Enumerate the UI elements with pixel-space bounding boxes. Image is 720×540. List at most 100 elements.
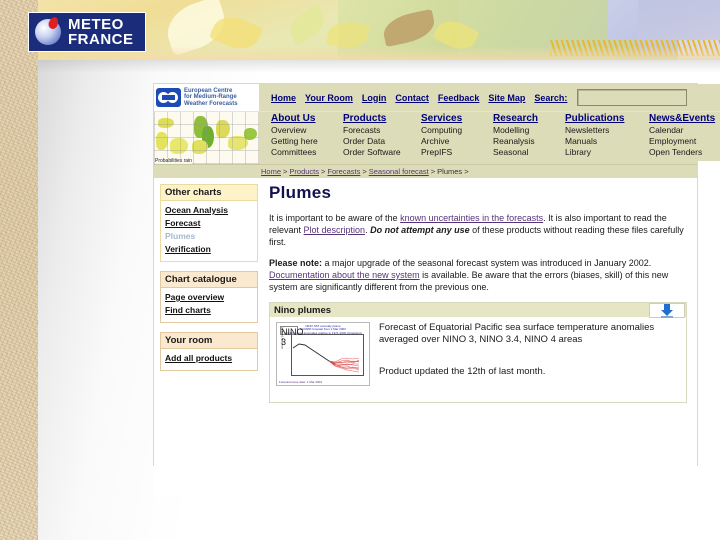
main-menu-bar: About Us Overview Getting here Committee… [259, 111, 720, 161]
menu-item-computing[interactable]: Computing [421, 125, 493, 136]
menu-item-archive[interactable]: Archive [421, 136, 493, 147]
sidebar-panel-your-room: Your room Add all products [160, 332, 258, 371]
sidebar-panel-body: Add all products [161, 349, 257, 370]
menu-item-committees[interactable]: Committees [271, 147, 343, 158]
thumbnail-legend: NINO 3 [280, 326, 304, 347]
sidebar-panel-title: Other charts [161, 185, 257, 201]
menu-item-employment[interactable]: Employment [649, 136, 720, 147]
menu-head-news-events[interactable]: News&Events [649, 113, 720, 124]
download-button[interactable] [649, 302, 685, 318]
main-content: Plumes It is important to be aware of th… [265, 178, 697, 496]
ecmwf-branding[interactable]: European Centre for Medium-Range Weather… [154, 84, 259, 111]
menu-item-modelling[interactable]: Modelling [493, 125, 565, 136]
ecmwf-logo-icon [156, 88, 181, 107]
map-caption: Probabilities rain [155, 158, 192, 164]
sidebar: Other charts Ocean Analysis Forecast Plu… [154, 178, 265, 496]
please-note-paragraph: Please note: a major upgrade of the seas… [269, 257, 687, 293]
link-plot-description[interactable]: Plot description [304, 225, 366, 235]
note-text-1: a major upgrade of the seasonal forecast… [322, 258, 652, 268]
please-note-label: Please note: [269, 258, 323, 268]
nav-link-home[interactable]: Home [271, 93, 296, 103]
menu-column-news-events: News&Events Calendar Employment Open Ten… [649, 113, 720, 158]
download-base [661, 316, 673, 318]
menu-item-order-software[interactable]: Order Software [343, 147, 421, 158]
menu-head-research[interactable]: Research [493, 113, 565, 124]
breadcrumb-item-plumes: Plumes [437, 167, 463, 176]
menu-item-order-data[interactable]: Order Data [343, 136, 421, 147]
menu-head-about-us[interactable]: About Us [271, 113, 343, 124]
breadcrumb-item-seasonal-forecast[interactable]: Seasonal forecast [369, 167, 429, 176]
nav-link-feedback[interactable]: Feedback [438, 93, 480, 103]
org-name-line-3: Weather Forecasts [184, 100, 238, 107]
breadcrumb-separator: > [283, 167, 288, 176]
product-nino-plumes: Nino plumes NINO SST anomaly plume ECMWF… [269, 302, 687, 403]
logo-bar [162, 95, 175, 100]
sidebar-link-verification[interactable]: Verification [165, 243, 253, 256]
menu-item-seasonal[interactable]: Seasonal [493, 147, 565, 158]
breadcrumb-item-forecasts[interactable]: Forecasts [327, 167, 360, 176]
search-input[interactable] [577, 89, 688, 106]
sidebar-panel-body: Ocean Analysis Forecast Plumes Verificat… [161, 201, 257, 261]
menu-item-reanalysis[interactable]: Reanalysis [493, 136, 565, 147]
org-name-line-2: for Medium-Range [184, 94, 237, 101]
header-left-column: European Centre for Medium-Range Weather… [154, 84, 259, 164]
sidebar-panel-title: Your room [161, 333, 257, 349]
menu-item-manuals[interactable]: Manuals [565, 136, 649, 147]
breadcrumb-item-products[interactable]: Products [289, 167, 319, 176]
nav-link-your-room[interactable]: Your Room [305, 93, 353, 103]
intro-emphasis: Do not attempt any use [370, 225, 470, 235]
product-title: Nino plumes [274, 304, 332, 316]
nav-link-login[interactable]: Login [362, 93, 387, 103]
top-navigation-bar: Home Your Room Login Contact Feedback Si… [259, 84, 720, 111]
page-title: Plumes [269, 183, 332, 202]
logo-line-2: FRANCE [68, 31, 134, 48]
sidebar-link-page-overview[interactable]: Page overview [165, 291, 253, 304]
sidebar-panel-other-charts: Other charts Ocean Analysis Forecast Plu… [160, 184, 258, 262]
page-body: Other charts Ocean Analysis Forecast Plu… [154, 178, 697, 496]
breadcrumb-separator: > [321, 167, 326, 176]
menu-item-overview[interactable]: Overview [271, 125, 343, 136]
menu-column-services: Services Computing Archive PrepIFS [421, 113, 493, 158]
menu-item-library[interactable]: Library [565, 147, 649, 158]
meteo-france-wordmark: METEO FRANCE [68, 17, 134, 47]
thumbnail-footer: Forecast issue date: 1 Mar 2003 [279, 380, 323, 384]
nav-link-site-map[interactable]: Site Map [488, 93, 525, 103]
ecmwf-web-page-screenshot: European Centre for Medium-Range Weather… [154, 84, 720, 496]
product-updated: Product updated the 12th of last month. [379, 366, 546, 377]
sidebar-panel-body: Page overview Find charts [161, 288, 257, 322]
menu-item-open-tenders[interactable]: Open Tenders [649, 147, 720, 158]
menu-head-products[interactable]: Products [343, 113, 421, 124]
menu-item-calendar[interactable]: Calendar [649, 125, 720, 136]
breadcrumb-item-home[interactable]: Home [261, 167, 281, 176]
nav-link-contact[interactable]: Contact [395, 93, 429, 103]
map-grid [154, 112, 259, 164]
sidebar-panel-chart-catalogue: Chart catalogue Page overview Find chart… [160, 271, 258, 323]
menu-head-services[interactable]: Services [421, 113, 493, 124]
menu-item-prepifs[interactable]: PrepIFS [421, 147, 493, 158]
sidebar-link-add-all-products[interactable]: Add all products [165, 352, 253, 365]
sidebar-link-find-charts[interactable]: Find charts [165, 304, 253, 317]
sidebar-link-forecast[interactable]: Forecast [165, 217, 253, 230]
header-map-thumbnail[interactable]: Probabilities rain [154, 111, 259, 164]
intro-text-1: It is important to be aware of the [269, 213, 401, 223]
plume-chart-thumbnail[interactable]: NINO SST anomaly plume ECMWF forecast fr… [276, 322, 370, 386]
meteo-france-globe-mark-icon [32, 15, 64, 48]
sidebar-link-ocean-analysis[interactable]: Ocean Analysis [165, 204, 253, 217]
site-header: European Centre for Medium-Range Weather… [154, 84, 720, 164]
product-text: Forecast of Equatorial Pacific sea surfa… [370, 322, 682, 396]
breadcrumb: Home > Products > Forecasts > Seasonal f… [154, 164, 697, 178]
menu-item-forecasts[interactable]: Forecasts [343, 125, 421, 136]
menu-head-publications[interactable]: Publications [565, 113, 649, 124]
menu-item-getting-here[interactable]: Getting here [271, 136, 343, 147]
menu-column-research: Research Modelling Reanalysis Seasonal [493, 113, 565, 158]
link-new-system-documentation[interactable]: Documentation about the new system [269, 270, 420, 280]
search-label: Search: [534, 92, 568, 103]
ecmwf-org-name: European Centre for Medium-Range Weather… [184, 88, 238, 108]
breadcrumb-separator: > [362, 167, 367, 176]
thumbnail-plume-curves [292, 343, 360, 373]
header-right-column: Home Your Room Login Contact Feedback Si… [259, 84, 720, 164]
sidebar-link-plumes: Plumes [165, 231, 196, 241]
link-known-uncertainties[interactable]: known uncertainties in the forecasts [400, 213, 543, 223]
presentation-slide: METEO FRANCE European Centre for Medium-… [0, 0, 720, 540]
menu-item-newsletters[interactable]: Newsletters [565, 125, 649, 136]
